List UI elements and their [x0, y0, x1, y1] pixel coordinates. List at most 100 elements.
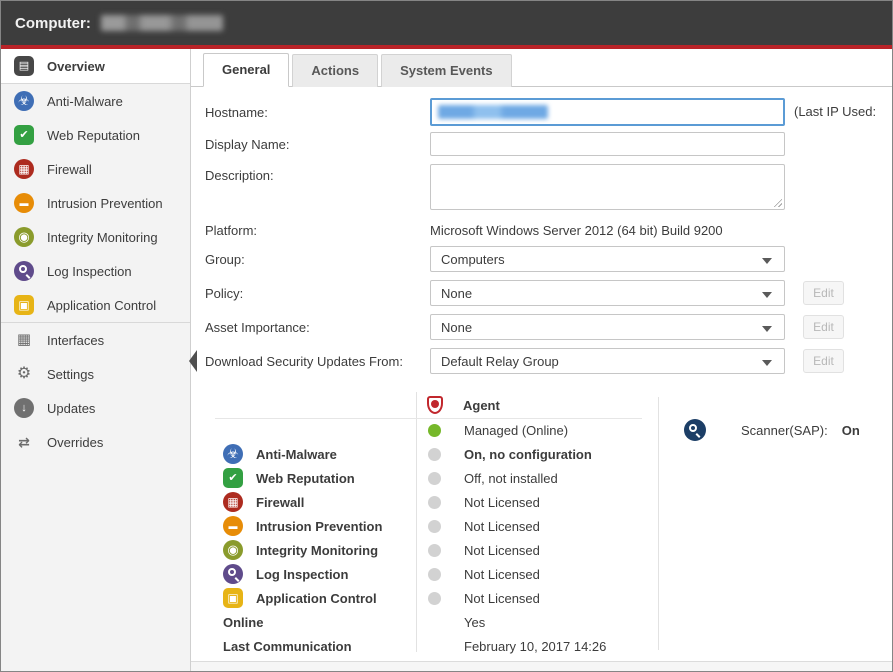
policy-label: Policy:	[191, 286, 430, 301]
download-updates-row: Download Security Updates From: Default …	[191, 348, 892, 374]
anti-malware-status: On, no configuration	[416, 442, 658, 466]
sidebar-collapse-handle[interactable]	[189, 350, 197, 372]
web-reputation-icon	[14, 125, 34, 145]
status-dot-placeholder	[428, 616, 441, 629]
status-dot-gray	[428, 520, 441, 533]
application-control-status: Not Licensed	[416, 586, 658, 610]
sidebar-item-label: Log Inspection	[47, 264, 132, 279]
agent-shield-icon	[427, 396, 443, 414]
hostname-input[interactable]	[430, 98, 785, 126]
platform-label: Platform:	[191, 223, 430, 238]
status-row-firewall: Firewall	[191, 490, 416, 514]
status-header-spacer	[658, 392, 892, 418]
asset-importance-dropdown[interactable]: None	[430, 314, 785, 340]
sidebar-item-label: Intrusion Prevention	[47, 196, 163, 211]
log-inspection-icon	[223, 564, 243, 584]
last-ip-note: (Last IP Used:	[794, 104, 876, 119]
platform-value: Microsoft Windows Server 2012 (64 bit) B…	[430, 223, 723, 238]
application-control-icon	[223, 588, 243, 608]
intrusion-prevention-status: Not Licensed	[416, 514, 658, 538]
anti-malware-icon	[14, 91, 34, 111]
firewall-icon	[223, 492, 243, 512]
status-header-spacer	[191, 392, 416, 418]
window-header: Computer:	[1, 1, 892, 45]
online-status: Yes	[416, 610, 658, 634]
status-column-divider-left	[416, 392, 417, 652]
group-label: Group:	[191, 252, 430, 267]
tab-actions[interactable]: Actions	[292, 54, 378, 87]
sidebar-item-web-reputation[interactable]: Web Reputation	[1, 118, 190, 152]
description-textarea[interactable]	[430, 164, 785, 210]
display-name-row: Display Name:	[191, 132, 892, 156]
window-title: Computer:	[15, 15, 91, 32]
sidebar-item-updates[interactable]: Updates	[1, 391, 190, 425]
tab-bar: General Actions System Events	[191, 49, 892, 87]
policy-dropdown[interactable]: None	[430, 280, 785, 306]
status-row-web-reputation: Web Reputation	[191, 466, 416, 490]
log-inspection-icon	[14, 261, 34, 281]
sidebar-item-log-inspection[interactable]: Log Inspection	[1, 254, 190, 288]
download-updates-dropdown[interactable]: Default Relay Group	[430, 348, 785, 374]
application-control-icon	[14, 295, 34, 315]
firewall-status: Not Licensed	[416, 490, 658, 514]
status-row-last-communication: Last Communication	[191, 634, 416, 658]
status-dot-gray	[428, 472, 441, 485]
download-updates-dropdown-value: Default Relay Group	[441, 354, 559, 369]
agent-column-header: Agent	[416, 392, 658, 418]
main-content: General Actions System Events Hostname: …	[191, 49, 892, 671]
computer-details-window: Computer: Overview Anti-Malware Web Repu…	[0, 0, 893, 672]
asset-importance-dropdown-value: None	[441, 320, 472, 335]
status-row-label	[191, 418, 416, 442]
sidebar-item-interfaces[interactable]: Interfaces	[1, 323, 190, 357]
status-row-log-inspection: Log Inspection	[191, 562, 416, 586]
status-row-online: Online	[191, 610, 416, 634]
status-dot-green	[428, 424, 441, 437]
gear-icon	[14, 364, 34, 384]
sidebar-item-overrides[interactable]: Overrides	[1, 425, 190, 459]
hostname-row: Hostname: (Last IP Used:	[191, 98, 892, 126]
tab-general[interactable]: General	[203, 53, 289, 87]
tab-system-events[interactable]: System Events	[381, 54, 512, 87]
sidebar-item-anti-malware[interactable]: Anti-Malware	[1, 84, 190, 118]
group-dropdown-value: Computers	[441, 252, 505, 267]
sidebar-item-firewall[interactable]: Firewall	[1, 152, 190, 186]
download-updates-edit-button[interactable]: Edit	[803, 349, 844, 373]
sidebar-item-settings[interactable]: Settings	[1, 357, 190, 391]
description-row: Description:	[191, 164, 892, 210]
firewall-icon	[14, 159, 34, 179]
content-footer-strip	[191, 661, 892, 671]
sidebar-item-label: Settings	[47, 367, 94, 382]
display-name-label: Display Name:	[191, 137, 430, 152]
sidebar-item-label: Overview	[47, 59, 105, 74]
sidebar-item-label: Web Reputation	[47, 128, 140, 143]
policy-edit-button[interactable]: Edit	[803, 281, 844, 305]
status-dot-gray	[428, 544, 441, 557]
download-updates-label: Download Security Updates From:	[191, 354, 430, 369]
platform-row: Platform: Microsoft Windows Server 2012 …	[191, 220, 892, 240]
group-row: Group: Computers	[191, 246, 892, 272]
group-dropdown[interactable]: Computers	[430, 246, 785, 272]
status-header-underline	[215, 418, 642, 419]
status-row-anti-malware: Anti-Malware	[191, 442, 416, 466]
interfaces-icon	[14, 330, 34, 350]
integrity-monitoring-status: Not Licensed	[416, 538, 658, 562]
scanner-sap-label: Scanner(SAP):	[741, 423, 828, 438]
asset-importance-row: Asset Importance: None Edit	[191, 314, 892, 340]
updates-icon	[14, 398, 34, 418]
computer-name-redacted	[101, 15, 223, 31]
policy-dropdown-value: None	[441, 286, 472, 301]
sidebar-item-application-control[interactable]: Application Control	[1, 288, 190, 322]
sidebar-item-label: Overrides	[47, 435, 103, 450]
status-dot-gray	[428, 568, 441, 581]
anti-malware-icon	[223, 444, 243, 464]
sidebar-item-intrusion-prevention[interactable]: Intrusion Prevention	[1, 186, 190, 220]
hostname-label: Hostname:	[191, 105, 430, 120]
sidebar-item-label: Integrity Monitoring	[47, 230, 158, 245]
sidebar-item-integrity-monitoring[interactable]: Integrity Monitoring	[1, 220, 190, 254]
agent-managed-status: Managed (Online)	[416, 418, 658, 442]
display-name-input[interactable]	[430, 132, 785, 156]
description-label: Description:	[191, 164, 430, 183]
sidebar-item-overview[interactable]: Overview	[1, 49, 190, 83]
asset-importance-edit-button[interactable]: Edit	[803, 315, 844, 339]
status-row-application-control: Application Control	[191, 586, 416, 610]
